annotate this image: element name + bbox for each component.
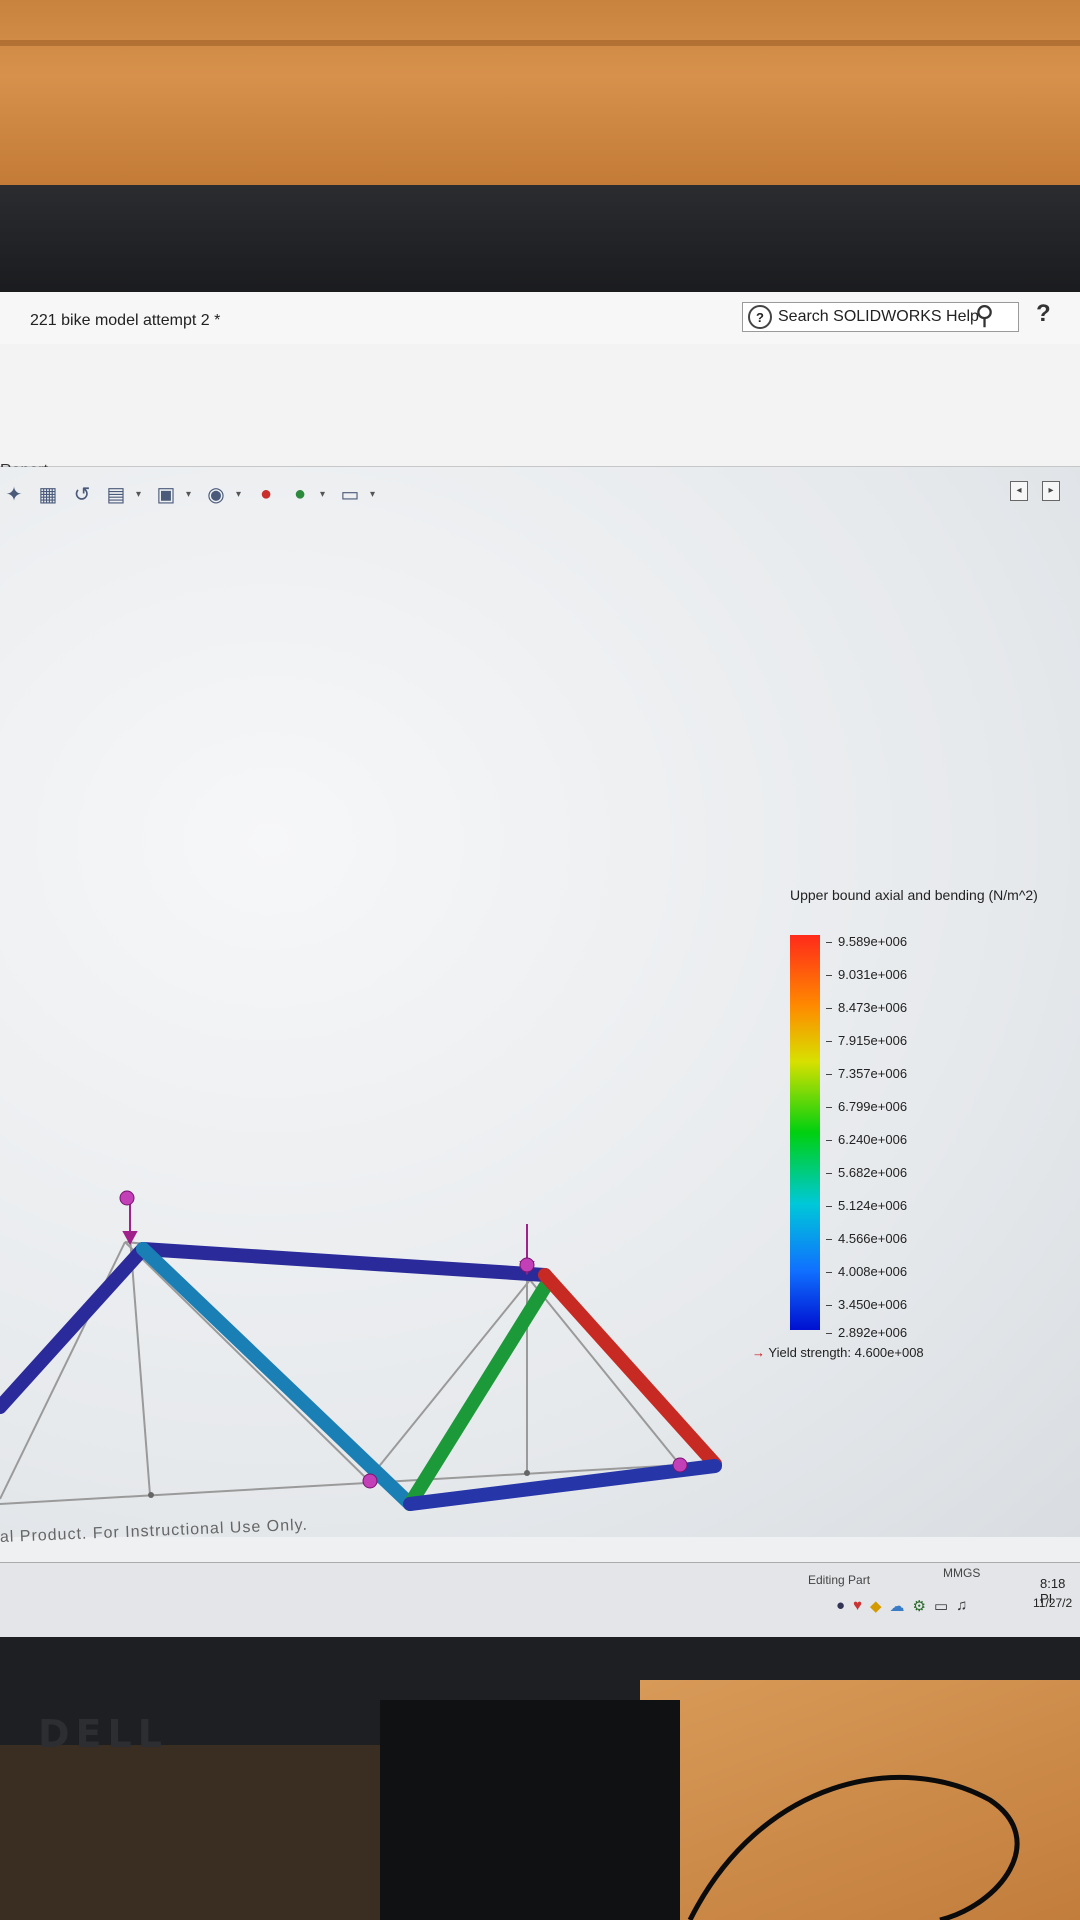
monitor-stand	[380, 1700, 680, 1920]
clock-date: 11/27/2	[1033, 1596, 1073, 1610]
desk-edge	[0, 40, 1080, 46]
cloud-icon[interactable]: ☁	[890, 1597, 905, 1615]
security-icon[interactable]: ♥	[853, 1597, 862, 1615]
status-bar: Editing Part MMGS 8:18 PI 11/27/2 ● ♥ ◆ …	[0, 1562, 1080, 1637]
system-tray: ● ♥ ◆ ☁ ⚙ ▭ ♫	[836, 1597, 967, 1615]
legend-tick: 7.915e+006	[826, 1033, 907, 1048]
legend-tick: 5.124e+006	[826, 1198, 907, 1213]
fork-member	[0, 1242, 150, 1414]
stress-colorbar	[790, 935, 820, 1330]
yield-strength-text: Yield strength: 4.600e+008	[768, 1345, 924, 1360]
search-icon[interactable]: ⚲	[975, 300, 994, 331]
help-menu-button[interactable]: ?	[1036, 300, 1051, 328]
undeformed-wireframe	[0, 1236, 681, 1505]
arrow-right-icon: →	[752, 1345, 765, 1360]
title-bar: 221 bike model attempt 2 * ? Search SOLI…	[0, 292, 1080, 345]
graphics-viewport[interactable]: ✦ ▦ ↺ ▤ ▾ ▣ ▾ ◉ ▾ ● ● ▾ ▭ ▾ ◂ ▸ Upper bo…	[0, 467, 1080, 1537]
desk-background	[0, 0, 1080, 190]
legend-tick: 3.450e+006	[826, 1297, 907, 1312]
screen: 221 bike model attempt 2 * ? Search SOLI…	[0, 292, 1080, 1637]
legend-tick: 6.799e+006	[826, 1099, 907, 1114]
monitor-top-bezel	[0, 185, 1080, 295]
ribbon: Report	[0, 344, 1080, 479]
update-icon[interactable]: ◆	[870, 1597, 882, 1615]
help-icon: ?	[748, 305, 772, 329]
settings-icon[interactable]: ⚙	[913, 1597, 926, 1615]
legend-tick: 9.031e+006	[826, 967, 907, 982]
desk-surface	[640, 1680, 1080, 1920]
units-selector[interactable]: MMGS	[943, 1566, 980, 1580]
legend-tick: 7.357e+006	[826, 1066, 907, 1081]
legend-tick: 5.682e+006	[826, 1165, 907, 1180]
legend-title: Upper bound axial and bending (N/m^2)	[790, 887, 1038, 903]
seat-stay-member	[538, 1268, 722, 1471]
legend-tick: 9.589e+006	[826, 934, 907, 949]
display-icon[interactable]: ▭	[934, 1597, 948, 1615]
network-icon[interactable]: ●	[836, 1597, 845, 1615]
frame-model	[0, 1190, 722, 1511]
status-text: Editing Part	[808, 1573, 871, 1587]
top-tube-member	[136, 1242, 552, 1282]
document-title: 221 bike model attempt 2 *	[30, 312, 221, 329]
help-search-label: Search SOLIDWORKS Help	[778, 308, 979, 325]
legend-tick: 4.008e+006	[826, 1264, 907, 1279]
monitor-logo: DELL	[38, 1712, 168, 1756]
legend-tick: 2.892e+006	[826, 1325, 907, 1340]
yield-strength-label: → Yield strength: 4.600e+008	[752, 1345, 924, 1360]
down-tube-member	[136, 1242, 417, 1511]
legend-tick: 8.473e+006	[826, 1000, 907, 1015]
legend-tick: 6.240e+006	[826, 1132, 907, 1147]
volume-icon[interactable]: ♫	[956, 1597, 967, 1615]
legend-tick: 4.566e+006	[826, 1231, 907, 1246]
